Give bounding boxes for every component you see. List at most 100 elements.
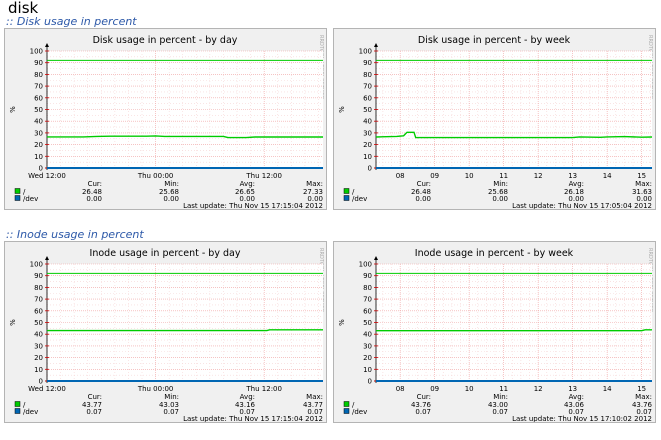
legend-label: /dev xyxy=(352,195,367,203)
y-tick-label: 10 xyxy=(363,153,372,161)
x-tick-label: Wed 12:00 xyxy=(28,385,66,393)
y-tick-label: 50 xyxy=(34,319,43,327)
legend-value: 0.07 xyxy=(415,408,431,416)
stats-header: Cur: xyxy=(88,393,102,401)
legend-label: /dev xyxy=(352,408,367,416)
y-tick-label: 100 xyxy=(30,261,43,269)
y-axis-label: % xyxy=(338,319,346,326)
stats-header: Max: xyxy=(306,393,323,401)
y-axis-label: % xyxy=(9,106,17,113)
graph-inode-day: Inode usage in percent - by dayRRDTOOL /… xyxy=(9,248,324,422)
x-tick-label: 15 xyxy=(637,385,646,393)
legend-swatch xyxy=(14,188,21,194)
legend-value: 0.00 xyxy=(86,195,102,203)
y-tick-label: 60 xyxy=(363,307,372,315)
y-tick-label: 40 xyxy=(34,118,43,126)
legend-swatch xyxy=(14,195,21,201)
stats-header: Avg: xyxy=(569,180,584,188)
x-tick-label: Wed 12:00 xyxy=(28,172,66,180)
y-tick-label: 20 xyxy=(363,141,372,149)
x-tick-label: 09 xyxy=(430,172,439,180)
x-tick-label: 15 xyxy=(637,172,646,180)
x-tick-label: 09 xyxy=(430,385,439,393)
legend-swatch xyxy=(343,401,350,407)
legend-value: 0.07 xyxy=(163,408,179,416)
x-tick-label: 14 xyxy=(603,385,612,393)
y-axis-label: % xyxy=(9,319,17,326)
y-axis-arrow xyxy=(374,256,378,260)
y-tick-label: 50 xyxy=(34,106,43,114)
y-tick-label: 90 xyxy=(34,272,43,280)
x-tick-label: 12 xyxy=(534,172,543,180)
stats-header: Max: xyxy=(635,180,652,188)
legend-value: 0.00 xyxy=(492,195,508,203)
last-update-text: Last update: Thu Nov 15 17:15:04 2012 xyxy=(183,202,323,209)
x-tick-label: Thu 12:00 xyxy=(245,385,282,393)
y-tick-label: 100 xyxy=(30,48,43,56)
x-tick-label: 14 xyxy=(603,172,612,180)
graph-panel-disk-day[interactable]: Disk usage in percent - by dayRRDTOOL / … xyxy=(4,28,327,210)
legend-swatch xyxy=(343,195,350,201)
x-tick-label: Thu 00:00 xyxy=(137,172,174,180)
y-tick-label: 90 xyxy=(363,59,372,67)
graph-title: Inode usage in percent - by week xyxy=(415,248,574,259)
y-tick-label: 40 xyxy=(363,331,372,339)
x-tick-label: Thu 00:00 xyxy=(137,385,174,393)
legend-value: 0.00 xyxy=(415,195,431,203)
y-tick-label: 60 xyxy=(34,307,43,315)
x-tick-label: 13 xyxy=(568,385,577,393)
y-tick-label: 40 xyxy=(363,118,372,126)
stats-header: Min: xyxy=(493,180,508,188)
last-update-text: Last update: Thu Nov 15 17:05:04 2012 xyxy=(512,202,652,209)
y-tick-label: 40 xyxy=(34,331,43,339)
graph-inode-week: Inode usage in percent - by weekRRDTOOL … xyxy=(338,248,653,422)
section-title-inode-usage[interactable]: :: Inode usage in percent xyxy=(6,228,144,241)
y-tick-label: 30 xyxy=(363,342,372,350)
y-axis-label: % xyxy=(338,106,346,113)
legend-value: 0.07 xyxy=(86,408,102,416)
y-tick-label: 60 xyxy=(34,94,43,102)
legend-swatch xyxy=(343,188,350,194)
graph-panel-inode-week[interactable]: Inode usage in percent - by weekRRDTOOL … xyxy=(333,241,656,423)
graph-disk-day: Disk usage in percent - by dayRRDTOOL / … xyxy=(9,35,324,209)
y-tick-label: 0 xyxy=(368,378,372,386)
x-tick-label: 11 xyxy=(499,385,508,393)
legend-label: /dev xyxy=(23,408,38,416)
y-axis-arrow xyxy=(45,43,49,47)
graph-title: Disk usage in percent - by week xyxy=(418,35,571,46)
y-tick-label: 10 xyxy=(34,366,43,374)
stats-header: Cur: xyxy=(88,180,102,188)
x-tick-label: 13 xyxy=(568,172,577,180)
y-tick-label: 30 xyxy=(34,129,43,137)
y-tick-label: 90 xyxy=(34,59,43,67)
y-tick-label: 20 xyxy=(34,141,43,149)
graph-panel-disk-week[interactable]: Disk usage in percent - by weekRRDTOOL /… xyxy=(333,28,656,210)
y-tick-label: 90 xyxy=(363,272,372,280)
legend-swatch xyxy=(343,408,350,414)
x-tick-label: 11 xyxy=(499,172,508,180)
y-tick-label: 80 xyxy=(363,71,372,79)
y-tick-label: 0 xyxy=(368,165,372,173)
y-tick-label: 20 xyxy=(363,354,372,362)
x-tick-label: 12 xyxy=(534,385,543,393)
section-title-disk-usage[interactable]: :: Disk usage in percent xyxy=(6,15,137,28)
last-update-text: Last update: Thu Nov 15 17:15:04 2012 xyxy=(183,415,323,422)
y-tick-label: 80 xyxy=(363,284,372,292)
y-tick-label: 80 xyxy=(34,71,43,79)
legend-value: 0.00 xyxy=(163,195,179,203)
legend-label: /dev xyxy=(23,195,38,203)
y-tick-label: 50 xyxy=(363,319,372,327)
y-tick-label: 50 xyxy=(363,106,372,114)
series-line-root xyxy=(47,329,323,332)
graph-disk-week: Disk usage in percent - by weekRRDTOOL /… xyxy=(338,35,653,209)
x-tick-label: Thu 12:00 xyxy=(245,172,282,180)
y-tick-label: 20 xyxy=(34,354,43,362)
last-update-text: Last update: Thu Nov 15 17:10:02 2012 xyxy=(512,415,652,422)
stats-header: Min: xyxy=(164,393,179,401)
graph-panel-inode-day[interactable]: Inode usage in percent - by dayRRDTOOL /… xyxy=(4,241,327,423)
stats-header: Avg: xyxy=(569,393,584,401)
y-tick-label: 10 xyxy=(34,153,43,161)
y-tick-label: 30 xyxy=(34,342,43,350)
stats-header: Cur: xyxy=(417,393,431,401)
y-tick-label: 70 xyxy=(363,83,372,91)
